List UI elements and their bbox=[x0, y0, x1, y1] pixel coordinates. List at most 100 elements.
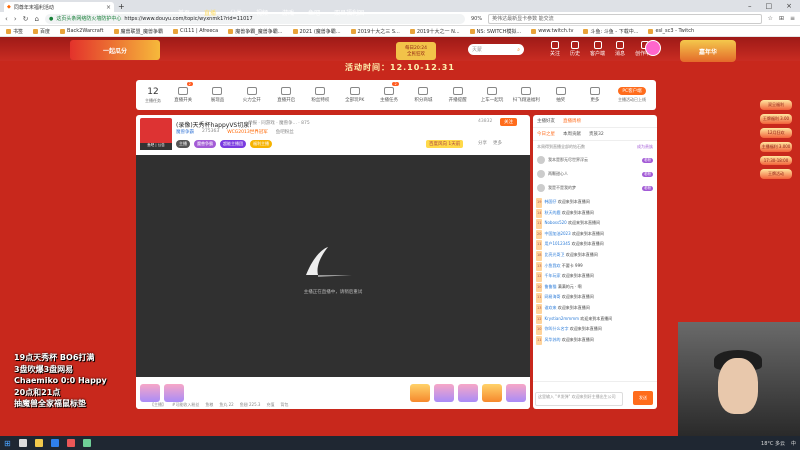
become-noble-button[interactable]: 成为贵族 bbox=[637, 144, 653, 150]
toolbar-item[interactable]: 直播开启 bbox=[269, 87, 303, 103]
nav-link[interactable]: 视频 bbox=[256, 8, 268, 17]
windows-start-icon[interactable]: ⊞ bbox=[4, 439, 11, 448]
chat-message[interactable]: 11 用户1012345 欢迎来到本直播间 bbox=[536, 239, 654, 250]
nav-link[interactable]: 游戏 bbox=[282, 8, 294, 17]
right-ad-item[interactable]: 12月狂欢 bbox=[760, 128, 792, 138]
zoom-level[interactable]: 90% bbox=[471, 16, 482, 22]
tab-weekly-rank[interactable]: 直播周榜 bbox=[563, 118, 581, 124]
right-ad-item[interactable]: 王牌福利 3.00 bbox=[760, 114, 792, 124]
follow-button[interactable]: 关注 bbox=[500, 118, 517, 126]
toolbar-item[interactable]: 抽奖 bbox=[543, 87, 577, 103]
bookmark-item[interactable]: 2019十大之三 S... bbox=[350, 28, 400, 35]
extensions-icon[interactable]: ⊞ bbox=[779, 15, 784, 22]
gift-item[interactable] bbox=[434, 384, 454, 402]
chat-message[interactable]: 13 谁欢来 欢迎来到本直播间 bbox=[536, 303, 654, 314]
room-tag[interactable]: 魔兽争霸 bbox=[194, 140, 216, 148]
chat-message[interactable]: 20 中国加油2023 欢迎来到本直播间 bbox=[536, 229, 654, 240]
toolbar-item[interactable]: 开播提醒 bbox=[441, 87, 475, 103]
send-button[interactable]: 发送 bbox=[633, 391, 653, 405]
bookmark-item[interactable]: 书签 bbox=[6, 28, 23, 35]
browser-tab[interactable]: ◆ 同尊年末福利活动 × bbox=[4, 2, 114, 12]
task-counter[interactable]: 12 主播任务 bbox=[140, 87, 166, 104]
chat-message[interactable]: 19 韩国仔 欢迎来到本直播间 bbox=[536, 197, 654, 208]
chat-message[interactable]: 18 比亮光哥卫 欢迎来到本直播间 bbox=[536, 250, 654, 261]
gift-banner-right[interactable]: 嘉年华 bbox=[680, 40, 736, 62]
menu-icon[interactable]: ≡ bbox=[790, 15, 795, 22]
user-tool-item[interactable]: 消息 bbox=[615, 41, 625, 57]
chat-username[interactable]: 比亮光哥卫 bbox=[544, 252, 564, 257]
chat-message[interactable]: 12 千年玩家 欢迎来到本直播间 bbox=[536, 271, 654, 282]
gift-item[interactable] bbox=[458, 384, 478, 402]
nav-link[interactable]: 分类 bbox=[230, 8, 242, 17]
bookmark-item[interactable]: 斗鱼: 斗鱼 - 下载中... bbox=[583, 28, 638, 35]
home-icon[interactable]: ⌂ bbox=[35, 15, 39, 23]
room-category[interactable]: 魔兽争霸 bbox=[176, 129, 194, 135]
taskbar-search-icon[interactable] bbox=[18, 439, 27, 447]
user-tool-item[interactable]: 历史 bbox=[570, 41, 580, 57]
bookmark-item[interactable]: 2021 (魔兽争霸... bbox=[292, 28, 341, 35]
chat-username[interactable]: 小鱼我欢 bbox=[544, 263, 560, 268]
gift-item[interactable] bbox=[140, 384, 160, 402]
right-ad-item[interactable]: 主播福利 3.000 bbox=[760, 142, 792, 152]
bookmark-item[interactable]: esl_sc3 - Twitch bbox=[648, 28, 694, 34]
bookmark-item[interactable]: www.twitch.tv bbox=[531, 28, 573, 34]
right-ad-item[interactable]: 双旦福利 bbox=[760, 100, 792, 110]
gift-item[interactable] bbox=[482, 384, 502, 402]
chat-username[interactable]: Krystian2mmmm bbox=[544, 316, 579, 321]
nav-link[interactable]: 鱼吧 bbox=[308, 8, 320, 17]
bookmark-item[interactable]: 魔兽联盟_魔兽争霸 bbox=[113, 28, 163, 35]
toolbar-item[interactable]: 上车一起玩 bbox=[475, 87, 509, 103]
tab-noble[interactable]: 贵族32 bbox=[589, 131, 604, 137]
tab-week-contrib[interactable]: 本周贡献 bbox=[563, 131, 581, 137]
chat-username[interactable]: 千年玩家 bbox=[544, 273, 560, 278]
player-status-item[interactable]: 背包 bbox=[280, 402, 288, 408]
player-status-item[interactable]: 鱼翅 225.3 bbox=[240, 402, 261, 408]
minimize-icon[interactable]: – bbox=[748, 2, 752, 10]
back-icon[interactable]: ‹ bbox=[5, 15, 8, 23]
chat-message[interactable]: 11 风华苏的 欢迎来到本直播间 bbox=[536, 335, 654, 346]
star-icon[interactable]: ☆ bbox=[768, 15, 773, 22]
fan-row[interactable]: 两颗甜心人 老粉 bbox=[533, 167, 657, 181]
maximize-icon[interactable]: □ bbox=[766, 2, 773, 10]
toolbar-item[interactable]: 直播开关 2 bbox=[166, 82, 200, 103]
pc-client-button[interactable]: PC客户端 主播活动已上线 bbox=[612, 87, 652, 103]
bookmark-item[interactable]: Ci111 | Afreeca bbox=[173, 28, 218, 34]
chat-username[interactable]: 谁欢来 bbox=[544, 305, 556, 310]
player-status-item[interactable]: 鱼丸 22 bbox=[219, 402, 233, 408]
fan-row[interactable]: 我本是那无尽世界浮云 老粉 bbox=[533, 153, 657, 167]
chat-message[interactable]: 12 Krystian2mmmm 欢迎来到本直播间 bbox=[536, 314, 654, 325]
chat-username[interactable]: 用户1012345 bbox=[544, 241, 570, 246]
gift-item[interactable] bbox=[164, 384, 184, 402]
more-button[interactable]: 更多 bbox=[493, 140, 502, 146]
close-tab-icon[interactable]: × bbox=[106, 4, 111, 11]
fan-row[interactable]: 我是不是我的梦 老粉 bbox=[533, 181, 657, 195]
toolbar-item[interactable]: 扫飞翔送福利 bbox=[509, 87, 543, 103]
user-tool-item[interactable]: 客户端 bbox=[590, 41, 605, 57]
nav-link[interactable]: 双旦福利回 bbox=[334, 8, 364, 17]
chat-username[interactable]: 网易海哥 bbox=[544, 294, 560, 299]
chat-username[interactable]: 鲁鲁猫 bbox=[544, 284, 556, 289]
toolbar-item[interactable]: 主播任务 2 bbox=[372, 82, 406, 103]
toolbar-item[interactable]: 更多 bbox=[578, 87, 612, 103]
right-ad-item[interactable]: 王牌活动 bbox=[760, 169, 792, 179]
room-tag[interactable]: 福利主播 bbox=[250, 140, 272, 148]
tab-today-star[interactable]: 今日之星 bbox=[537, 131, 555, 137]
toolbar-item[interactable]: 火力全开 bbox=[235, 87, 269, 103]
rank-badge[interactable]: 百度风向 1天前 bbox=[426, 140, 464, 148]
chat-username[interactable]: 韩国仔 bbox=[544, 199, 556, 204]
nav-link[interactable]: 首页 bbox=[178, 8, 190, 17]
weather-text[interactable]: 18°C 多云 bbox=[761, 440, 785, 447]
toolbar-item[interactable]: 全部玩PK bbox=[338, 87, 372, 103]
user-avatar[interactable] bbox=[645, 40, 661, 56]
room-group[interactable]: WCG2013世界冠军 bbox=[227, 129, 268, 135]
close-window-icon[interactable]: × bbox=[786, 2, 792, 10]
bookmark-item[interactable]: 百度 bbox=[33, 28, 50, 35]
user-tool-item[interactable]: 关注 bbox=[550, 41, 560, 57]
reload-icon[interactable]: ↻ bbox=[23, 15, 29, 23]
share-button[interactable]: 分享 bbox=[478, 140, 487, 146]
toolbar-item[interactable]: 积分商城 bbox=[406, 87, 440, 103]
toolbar-item[interactable]: 展现品 bbox=[200, 87, 234, 103]
gift-item[interactable] bbox=[506, 384, 526, 402]
right-ad-item[interactable]: 17:30-18:00 bbox=[760, 156, 792, 165]
douyu-logo-banner[interactable]: 一起瓜分 bbox=[70, 40, 160, 60]
